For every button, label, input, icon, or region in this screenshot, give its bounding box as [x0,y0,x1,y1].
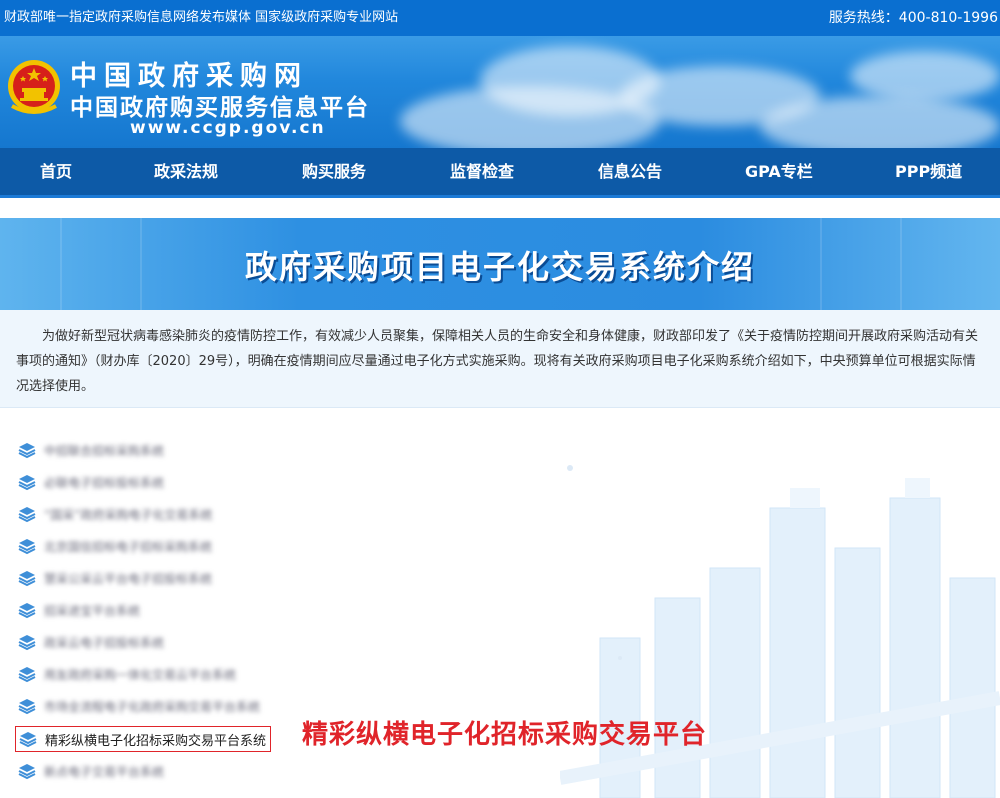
nav-regulations[interactable]: 政采法规 [154,148,218,195]
list-item-label: 慧采公采云平台电子招投标系统 [44,571,213,586]
layers-icon [18,475,36,491]
list-item[interactable]: 北京国信招标电子招标采购系统 [18,533,212,559]
site-url: www.ccgp.gov.cn [130,118,326,138]
nav-gpa[interactable]: GPA专栏 [745,148,813,195]
list-item[interactable]: 慧采公采云平台电子招投标系统 [18,565,212,591]
system-list-area: 中招联合招标采购系统 必联电子招标投标系统 “国采”政府采购电子化交易系统 北京… [0,408,1000,798]
highlighted-list-item[interactable]: 精彩纵横电子化招标采购交易平台系统 [15,726,272,752]
list-item[interactable]: 政采云电子招投标系统 [18,629,164,655]
site-slogan: 财政部唯一指定政府采购信息网络发布媒体 国家级政府采购专业网站 [4,10,399,25]
list-item-label: 用友政府采购一体化交易云平台系统 [44,667,237,682]
national-emblem-icon[interactable] [6,56,62,116]
list-item-label: 新点电子交易平台系统 [44,764,165,779]
nav-supervision[interactable]: 监督检查 [450,148,514,195]
layers-icon [18,443,36,459]
page-title: 政府采购项目电子化交易系统介绍 [244,248,755,286]
list-item-label: 北京国信招标电子招标采购系统 [44,539,213,554]
list-item[interactable]: “国采”政府采购电子化交易系统 [18,501,212,527]
list-item[interactable]: 市场全流程电子化政府采购交易平台系统 [18,693,260,719]
list-item-label: 中招联合招标采购系统 [44,443,165,458]
list-item[interactable]: 中招联合招标采购系统 [18,437,164,463]
service-hotline: 服务热线：400-810-1996 [828,10,998,26]
intro-text: 为做好新型冠状病毒感染肺炎的疫情防控工作，有效减少人员聚集，保障相关人员的生命安… [16,329,979,394]
layers-icon [18,539,36,555]
main-nav: 首页 政采法规 购买服务 监督检查 信息公告 GPA专栏 PPP频道 [0,148,1000,198]
layers-icon [18,764,36,780]
layers-icon [18,571,36,587]
list-item-label: 市场全流程电子化政府采购交易平台系统 [44,699,261,714]
list-item[interactable]: 必联电子招标投标系统 [18,469,164,495]
list-item[interactable]: 用友政府采购一体化交易云平台系统 [18,661,236,687]
nav-home[interactable]: 首页 [40,148,72,195]
top-info-bar: 财政部唯一指定政府采购信息网络发布媒体 国家级政府采购专业网站 服务热线：400… [0,0,1000,36]
layers-icon [18,699,36,715]
layers-icon [19,732,37,748]
list-item-label: “国采”政府采购电子化交易系统 [44,507,213,522]
nav-announcements[interactable]: 信息公告 [598,148,662,195]
layers-icon [18,667,36,683]
site-subtitle: 中国政府购买服务信息平台 [70,95,370,121]
intro-section: 为做好新型冠状病毒感染肺炎的疫情防控工作，有效减少人员聚集，保障相关人员的生命安… [0,310,1000,408]
layers-icon [18,507,36,523]
list-item[interactable]: 新点电子交易平台系统 [18,758,164,784]
nav-purchase-services[interactable]: 购买服务 [302,148,366,195]
layers-icon [18,635,36,651]
list-item-label: 必联电子招标投标系统 [44,475,165,490]
layers-icon [18,603,36,619]
site-header: 中国政府采购网 中国政府购买服务信息平台 www.ccgp.gov.cn [0,36,1000,148]
nav-ppp[interactable]: PPP频道 [895,148,962,195]
list-item-label: 招采进宝平台系统 [44,603,141,618]
highlight-annotation: 精彩纵横电子化招标采购交易平台 [302,720,708,750]
title-banner: 政府采购项目电子化交易系统介绍 [0,218,1000,310]
list-item-label: 政采云电子招投标系统 [44,635,165,650]
list-item-label: 精彩纵横电子化招标采购交易平台系统 [45,733,267,749]
list-item[interactable]: 招采进宝平台系统 [18,597,140,623]
